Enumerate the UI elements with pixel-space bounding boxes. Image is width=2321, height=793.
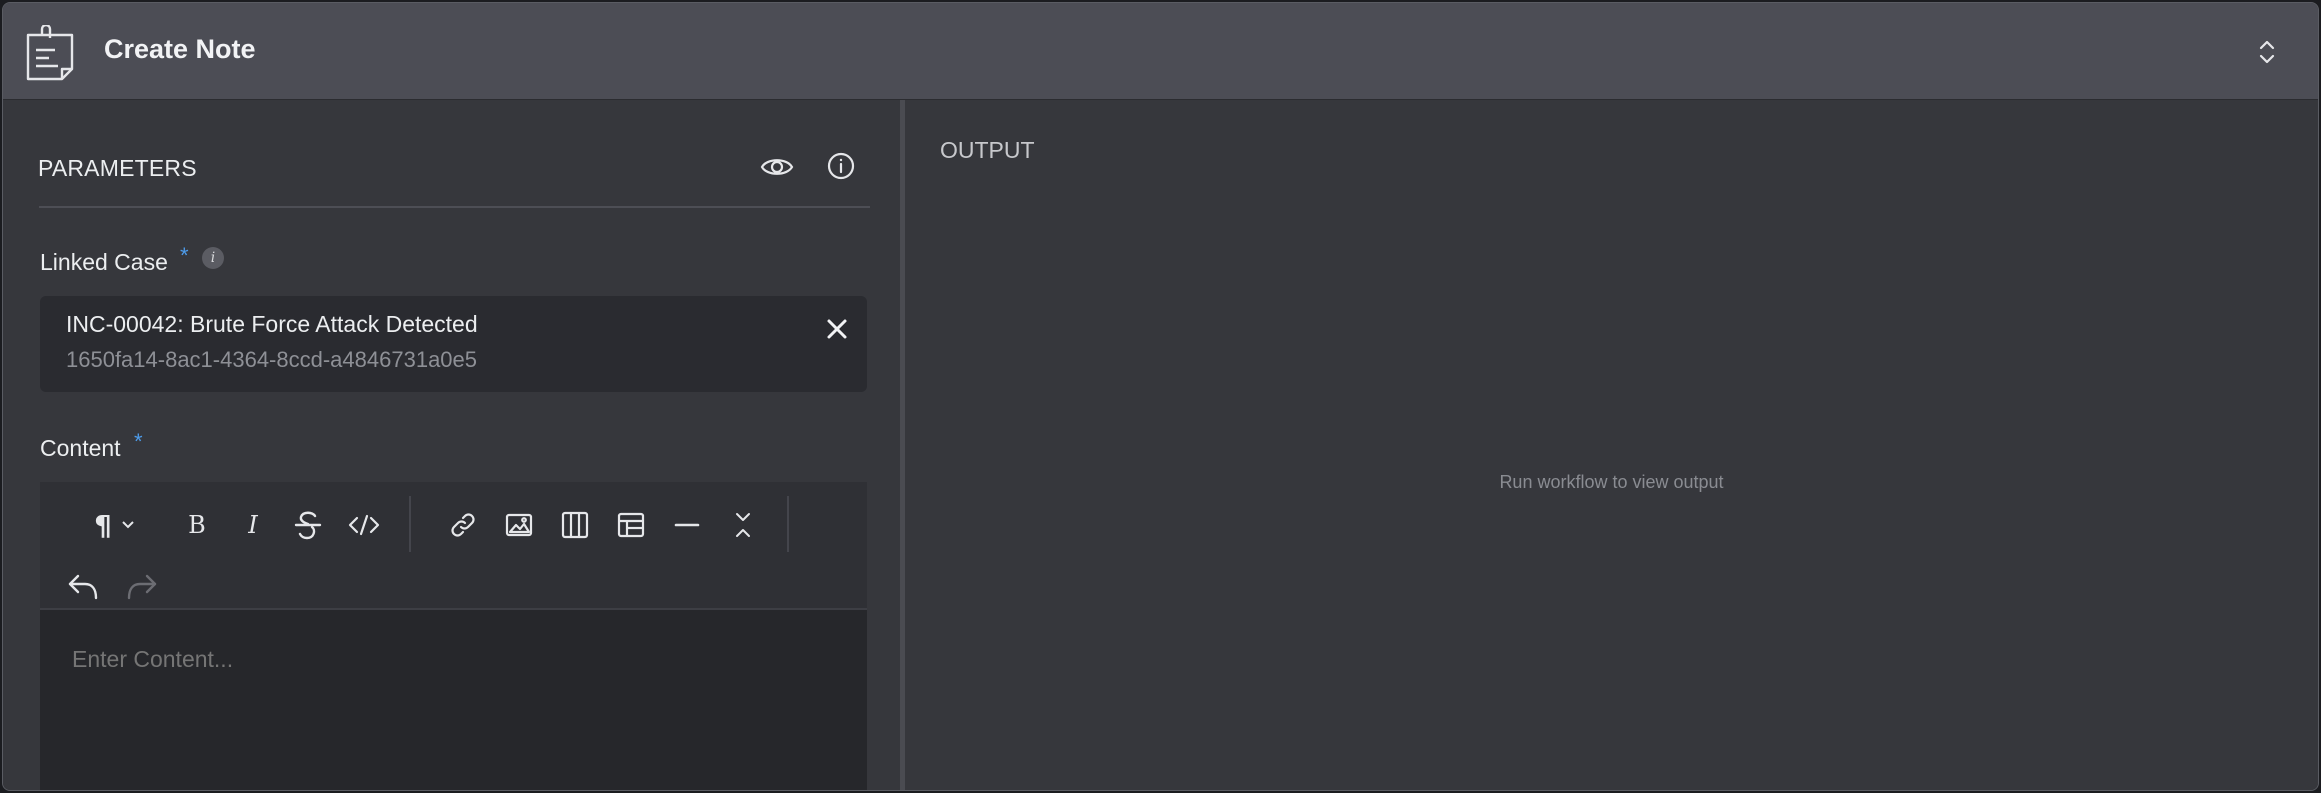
parameters-panel: PARAMETERS Linked Case * i INC-00042: Br… <box>3 100 900 790</box>
collapse-button[interactable] <box>724 506 762 544</box>
italic-button[interactable]: I <box>234 506 272 544</box>
redo-icon <box>127 574 157 600</box>
content-label: Content <box>40 435 121 461</box>
linked-case-select[interactable]: INC-00042: Brute Force Attack Detected 1… <box>40 296 867 392</box>
strikethrough-icon <box>294 511 322 540</box>
chevron-down-icon <box>122 521 134 529</box>
linked-case-info-icon[interactable]: i <box>202 247 224 269</box>
columns-icon <box>561 511 589 539</box>
collapse-icon <box>736 513 750 537</box>
columns-button[interactable] <box>556 506 594 544</box>
image-button[interactable] <box>500 506 538 544</box>
toolbar-separator <box>787 496 789 552</box>
linked-case-title: INC-00042: Brute Force Attack Detected <box>66 311 478 337</box>
table-button[interactable] <box>612 506 650 544</box>
required-marker: * <box>134 429 143 454</box>
bold-icon: B <box>188 511 206 539</box>
code-button[interactable] <box>345 506 383 544</box>
italic-icon: I <box>248 511 258 539</box>
eye-icon[interactable] <box>760 150 794 184</box>
expand-collapse-icon[interactable] <box>2256 37 2278 67</box>
strikethrough-button[interactable] <box>289 506 327 544</box>
undo-button[interactable] <box>64 568 102 606</box>
link-button[interactable] <box>444 506 482 544</box>
clear-icon[interactable] <box>825 317 849 341</box>
parameters-divider <box>39 206 870 208</box>
redo-button[interactable] <box>123 568 161 606</box>
output-heading: OUTPUT <box>940 137 1035 163</box>
output-panel: OUTPUT Run workflow to view output <box>905 100 2318 790</box>
code-icon <box>348 514 380 536</box>
content-input[interactable] <box>72 646 847 673</box>
title-bar: Create Note <box>3 3 2318 100</box>
horizontal-rule-button[interactable] <box>668 506 706 544</box>
required-marker: * <box>180 243 189 268</box>
undo-icon <box>68 574 98 600</box>
linked-case-label: Linked Case <box>40 249 168 275</box>
table-icon <box>617 512 645 538</box>
create-note-window: Create Note PARAMETERS Linked Case * i I… <box>2 2 2319 791</box>
content-editor[interactable] <box>40 608 867 790</box>
link-icon <box>451 513 475 537</box>
page-title: Create Note <box>104 34 256 64</box>
horizontal-rule-icon <box>674 523 700 527</box>
bold-button[interactable]: B <box>178 506 216 544</box>
parameters-heading: PARAMETERS <box>38 155 197 181</box>
editor-toolbar: ¶ B I <box>40 482 867 608</box>
info-icon[interactable] <box>826 151 856 181</box>
paragraph-style-dropdown[interactable]: ¶ <box>84 506 146 544</box>
linked-case-id: 1650fa14-8ac1-4364-8ccd-a4846731a0e5 <box>66 347 478 372</box>
toolbar-separator <box>409 496 411 552</box>
paragraph-icon: ¶ <box>94 508 112 542</box>
note-icon <box>26 25 74 81</box>
image-icon <box>505 513 533 537</box>
output-empty-message: Run workflow to view output <box>1499 472 1724 492</box>
